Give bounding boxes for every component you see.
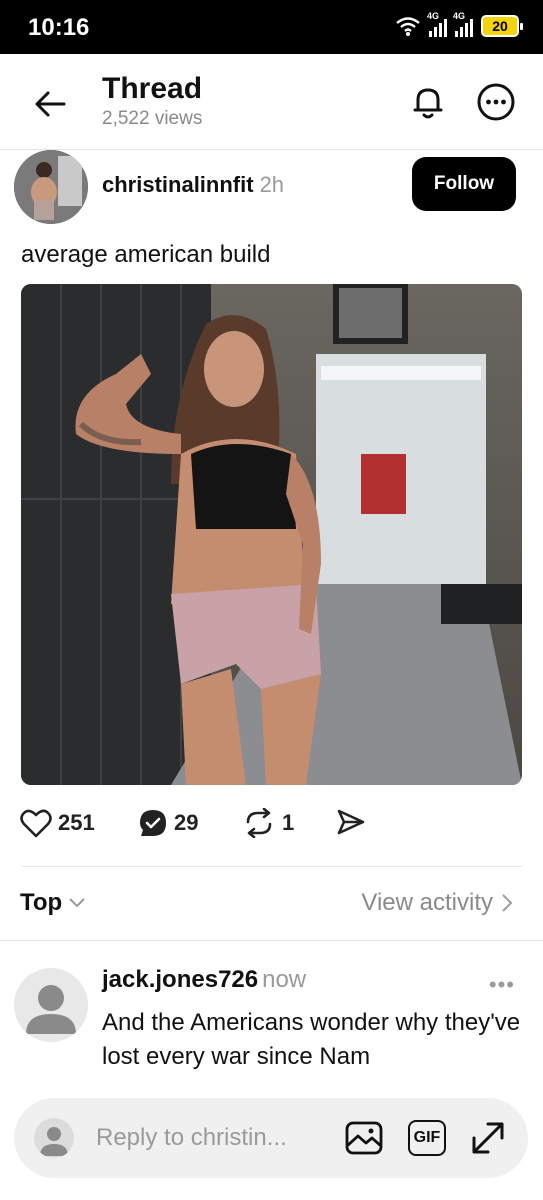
- battery-icon: 20: [481, 15, 523, 37]
- reply-username[interactable]: jack.jones726: [102, 966, 258, 993]
- reply-time: now: [262, 966, 307, 993]
- heart-icon[interactable]: [20, 808, 52, 838]
- like-action[interactable]: 251: [20, 808, 95, 838]
- image-icon[interactable]: [344, 1118, 384, 1158]
- composer-avatar: [34, 1118, 74, 1158]
- post-time: 2h: [259, 172, 285, 197]
- status-icons: 4G 4G 20: [395, 11, 523, 37]
- repost-action[interactable]: 1: [242, 808, 294, 838]
- actions-divider: [22, 866, 522, 867]
- page-title: Thread: [102, 72, 203, 105]
- sort-dropdown[interactable]: Top: [20, 889, 86, 917]
- like-count: 251: [58, 810, 95, 835]
- view-activity-link[interactable]: View activity: [361, 889, 513, 917]
- chevron-right-icon: [502, 894, 513, 912]
- view-activity-label: View activity: [361, 889, 493, 916]
- author-name[interactable]: christinalinnfit: [102, 172, 254, 197]
- signal-icon-2: 4G: [453, 11, 473, 37]
- reply-bubble-icon[interactable]: [138, 808, 168, 838]
- reply-action[interactable]: 29: [138, 808, 198, 838]
- reply-avatar[interactable]: [14, 968, 88, 1042]
- header-divider: [0, 149, 543, 150]
- repost-icon[interactable]: [242, 808, 276, 838]
- back-arrow-icon[interactable]: [30, 84, 70, 124]
- sort-divider: [0, 940, 543, 941]
- share-action[interactable]: [336, 808, 366, 836]
- post-author[interactable]: christinalinnfit 2h: [102, 172, 284, 198]
- bell-icon[interactable]: [408, 82, 448, 122]
- reply-composer: GIF: [14, 1098, 528, 1178]
- reply-text: And the Americans wonder why they've los…: [102, 1009, 521, 1070]
- sort-label: Top: [20, 889, 63, 916]
- reply-more-icon[interactable]: •••: [489, 972, 515, 998]
- reply-count: 29: [174, 810, 199, 835]
- author-avatar[interactable]: [14, 150, 88, 224]
- more-options-icon[interactable]: [476, 82, 516, 122]
- view-count: 2,522 views: [102, 108, 203, 129]
- follow-button[interactable]: Follow: [412, 157, 516, 211]
- send-icon[interactable]: [336, 808, 366, 836]
- reply-author[interactable]: jack.jones726 now: [102, 966, 306, 994]
- thread-header: Thread 2,522 views: [0, 54, 543, 150]
- gif-icon[interactable]: GIF: [408, 1120, 446, 1156]
- status-time: 10:16: [28, 14, 90, 41]
- wifi-icon: [396, 17, 420, 36]
- post-photo[interactable]: [21, 284, 522, 785]
- repost-count: 1: [282, 810, 295, 835]
- status-bar: 10:16 4G 4G 20: [0, 0, 543, 54]
- signal-icon-1: 4G: [427, 11, 447, 37]
- expand-icon[interactable]: [468, 1118, 508, 1158]
- chevron-down-icon: [69, 898, 85, 908]
- post-caption: average american build: [21, 241, 271, 268]
- reply-input[interactable]: [96, 1120, 336, 1156]
